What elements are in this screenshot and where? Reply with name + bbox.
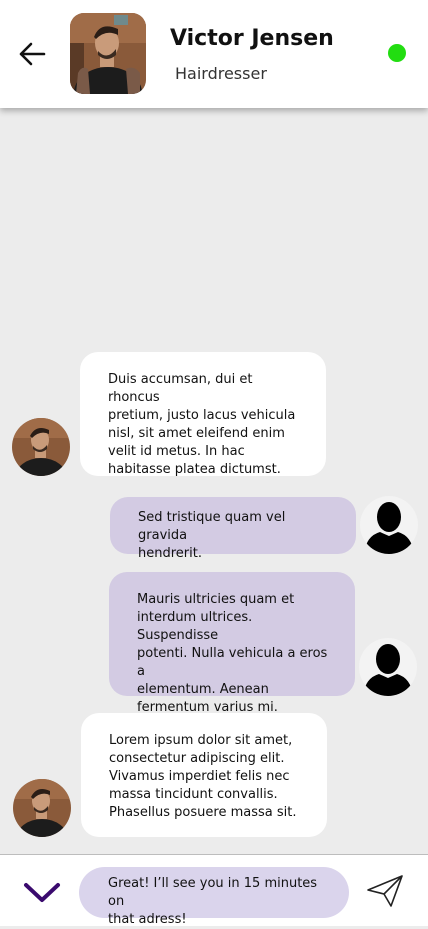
contact-avatar-small bbox=[12, 418, 70, 476]
paper-plane-icon bbox=[367, 875, 403, 907]
back-button[interactable] bbox=[16, 38, 48, 70]
message-bubble-outgoing: Sed tristique quam vel gravida hendrerit… bbox=[110, 497, 356, 561]
expand-button[interactable] bbox=[22, 879, 62, 909]
contact-avatar[interactable] bbox=[70, 13, 146, 94]
message-text: Sed tristique quam vel gravida hendrerit… bbox=[138, 510, 286, 561]
person-silhouette-icon bbox=[364, 502, 414, 554]
user-avatar bbox=[359, 638, 417, 696]
message-text: Mauris ultricies quam et interdum ultric… bbox=[137, 592, 328, 715]
send-button[interactable] bbox=[365, 873, 405, 909]
message-bubble-incoming: Duis accumsan, dui et rhoncus pretium, j… bbox=[80, 352, 326, 477]
message-bubble-incoming: Lorem ipsum dolor sit amet, consectetur … bbox=[81, 713, 327, 837]
online-status-indicator bbox=[388, 44, 406, 62]
arrow-left-icon bbox=[19, 42, 46, 66]
contact-name: Victor Jensen bbox=[170, 26, 334, 51]
message-bubble-outgoing: Mauris ultricies quam et interdum ultric… bbox=[109, 572, 355, 715]
contact-role: Hairdresser bbox=[175, 64, 267, 83]
chat-header: Victor Jensen Hairdresser bbox=[0, 0, 428, 108]
message-text: Lorem ipsum dolor sit amet, consectetur … bbox=[109, 733, 297, 820]
message-draft-text: Great! I’ll see you in 15 minutes on tha… bbox=[108, 876, 318, 927]
user-avatar bbox=[360, 496, 418, 554]
message-input[interactable]: Great! I’ll see you in 15 minutes on tha… bbox=[79, 867, 349, 927]
person-silhouette-icon bbox=[363, 644, 413, 696]
chevron-down-icon bbox=[24, 883, 60, 902]
message-composer: Great! I’ll see you in 15 minutes on tha… bbox=[0, 854, 428, 927]
message-text: Duis accumsan, dui et rhoncus pretium, j… bbox=[108, 372, 296, 477]
contact-avatar-small bbox=[13, 779, 71, 837]
